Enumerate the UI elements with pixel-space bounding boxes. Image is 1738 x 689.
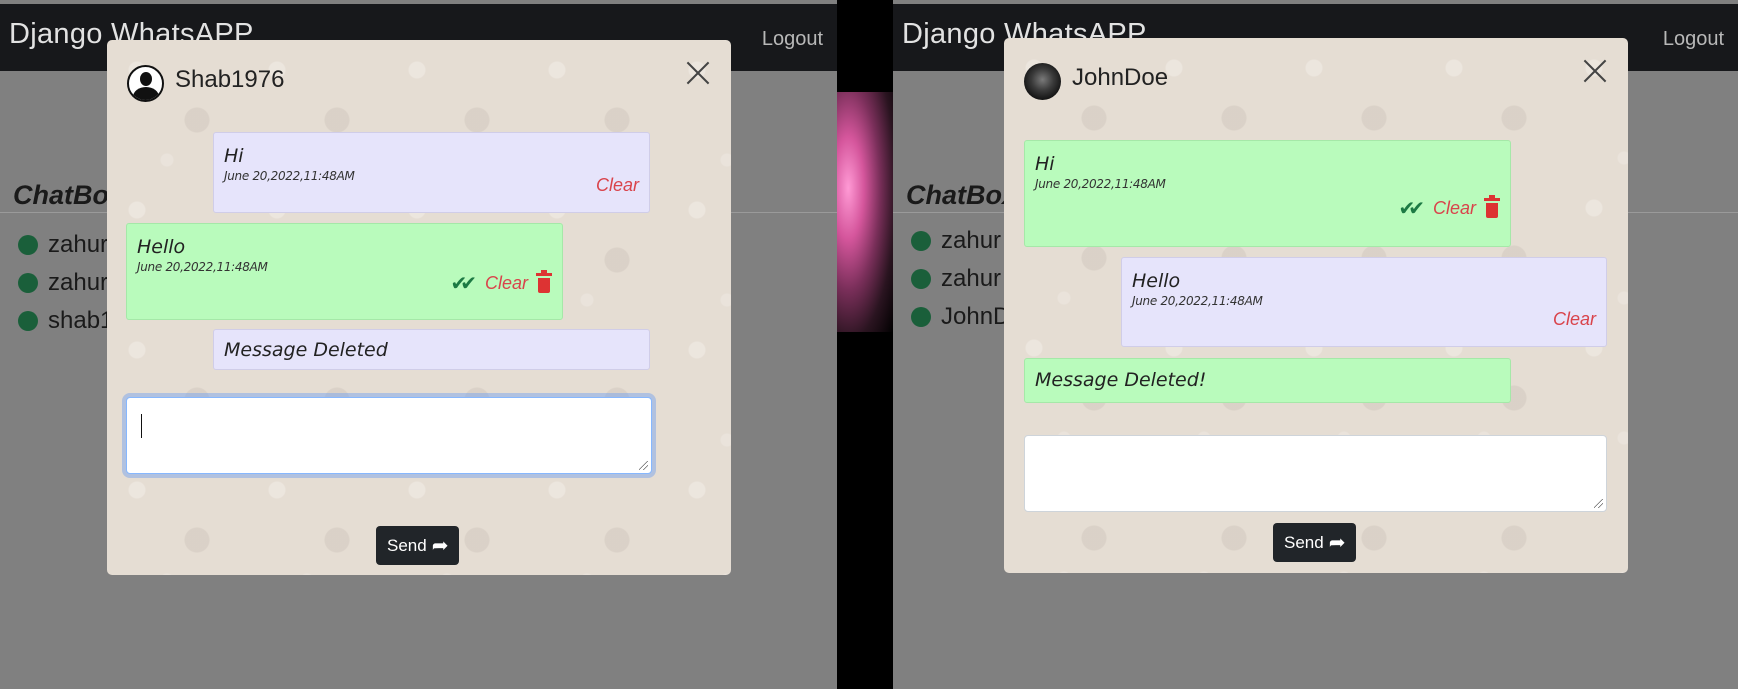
- trash-bin: [1486, 203, 1498, 218]
- message-text: Hello: [1132, 270, 1181, 292]
- avatar-shoulders: [133, 87, 159, 100]
- clear-button[interactable]: Clear: [596, 175, 639, 196]
- clear-button[interactable]: Clear: [485, 273, 528, 294]
- right-browser-window: Django WhatsAPP Logout ChatBox zahur zah…: [893, 0, 1738, 689]
- logout-link[interactable]: Logout: [762, 28, 823, 51]
- user-list: zahur zahur shab1: [18, 226, 113, 340]
- double-check-icon: ✔✔: [450, 271, 476, 295]
- avatar: [1024, 63, 1061, 100]
- chat-modal: JohnDoe Hi June 20,2022,11:48AM ✔✔ Clear…: [1004, 38, 1628, 573]
- message-actions: ✔✔ Clear: [1398, 195, 1500, 220]
- message-bubble-deleted: Message Deleted: [213, 329, 650, 370]
- trash-icon[interactable]: [1484, 195, 1500, 218]
- user-list-item[interactable]: zahur: [911, 222, 1010, 260]
- modal-title: Shab1976: [175, 66, 285, 93]
- message-text: Message Deleted!: [1035, 369, 1207, 391]
- message-text: Hello: [137, 236, 186, 258]
- logout-link[interactable]: Logout: [1663, 28, 1724, 51]
- close-icon[interactable]: [1580, 56, 1610, 86]
- double-check-icon: ✔✔: [1398, 196, 1424, 220]
- message-bubble-sent: Hi June 20,2022,11:48AM ✔✔ Clear: [1024, 140, 1511, 247]
- clear-button[interactable]: Clear: [1433, 198, 1476, 219]
- online-status-dot: [911, 307, 931, 327]
- online-status-dot: [18, 311, 38, 331]
- online-status-dot: [911, 231, 931, 251]
- message-bubble-received: Hello June 20,2022,11:48AM Clear: [1121, 257, 1607, 347]
- modal-title: JohnDoe: [1072, 64, 1169, 91]
- user-list-item[interactable]: shab1: [18, 302, 113, 340]
- resize-grip-icon[interactable]: [639, 461, 648, 470]
- chat-modal: Shab1976 Hi June 20,2022,11:48AM Clear H…: [107, 40, 731, 575]
- message-text: Hi: [224, 145, 244, 167]
- message-text: Message Deleted: [224, 339, 388, 361]
- share-arrow-icon: ➦: [1328, 531, 1346, 554]
- modal-header: JohnDoe: [1004, 38, 1628, 128]
- message-bubble-deleted: Message Deleted!: [1024, 358, 1511, 403]
- user-name: zahur: [48, 231, 109, 258]
- message-timestamp: June 20,2022,11:48AM: [137, 260, 268, 274]
- message-actions: ✔✔ Clear: [450, 270, 552, 295]
- message-timestamp: June 20,2022,11:48AM: [1035, 177, 1166, 191]
- user-list-item[interactable]: JohnD: [911, 298, 1010, 336]
- trash-lid: [1484, 195, 1500, 201]
- online-status-dot: [18, 235, 38, 255]
- send-label: Send: [387, 535, 427, 555]
- trash-bin: [538, 278, 550, 293]
- chatbox-heading: ChatBox: [906, 180, 1018, 210]
- user-list-item[interactable]: zahur: [18, 264, 113, 302]
- trash-lid: [536, 270, 552, 276]
- left-browser-window: Django WhatsAPP Logout ChatBox zahur zah…: [0, 0, 837, 689]
- text-caret: [141, 414, 142, 438]
- user-name: shab1: [48, 307, 114, 334]
- online-status-dot: [18, 273, 38, 293]
- send-button[interactable]: Send ➦: [376, 526, 460, 565]
- user-list-item[interactable]: zahur: [18, 226, 113, 264]
- desktop-gap: [837, 0, 893, 689]
- online-status-dot: [911, 269, 931, 289]
- user-name: JohnD: [941, 303, 1011, 330]
- message-input[interactable]: [126, 397, 652, 474]
- trash-icon[interactable]: [536, 270, 552, 293]
- close-icon[interactable]: [683, 58, 713, 88]
- message-actions: Clear: [1553, 309, 1596, 330]
- send-label: Send: [1284, 532, 1324, 552]
- message-text: Hi: [1035, 153, 1055, 175]
- user-name: zahur: [941, 227, 1002, 254]
- message-timestamp: June 20,2022,11:48AM: [1132, 294, 1263, 308]
- send-button[interactable]: Send ➦: [1273, 523, 1357, 562]
- wallpaper-image: [837, 92, 893, 332]
- modal-header: Shab1976: [107, 40, 731, 130]
- user-list-item[interactable]: zahur: [911, 260, 1010, 298]
- message-bubble-received: Hi June 20,2022,11:48AM Clear: [213, 132, 650, 213]
- clear-button[interactable]: Clear: [1553, 309, 1596, 330]
- person-silhouette-icon: [140, 72, 152, 86]
- message-actions: Clear: [596, 175, 639, 196]
- message-timestamp: June 20,2022,11:48AM: [224, 169, 355, 183]
- user-name: zahur: [941, 265, 1002, 292]
- user-list: zahur zahur JohnD: [911, 222, 1010, 336]
- share-arrow-icon: ➦: [431, 534, 449, 557]
- message-bubble-sent: Hello June 20,2022,11:48AM ✔✔ Clear: [126, 223, 563, 320]
- avatar: [127, 65, 164, 102]
- resize-grip-icon[interactable]: [1594, 499, 1603, 508]
- message-input[interactable]: [1024, 435, 1607, 512]
- user-name: zahur: [48, 269, 109, 296]
